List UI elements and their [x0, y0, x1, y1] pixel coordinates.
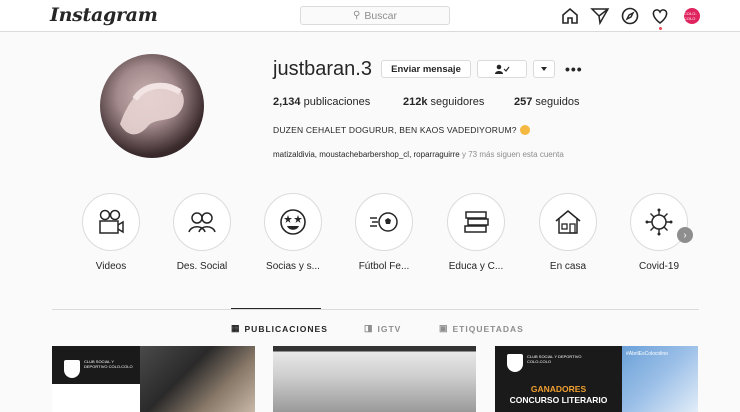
followed-by-names: matizaldivia, moustachebarbershop_cl, ro… — [273, 150, 460, 159]
post-hashtag: #AbrilEsColocolino — [626, 351, 668, 357]
profile-picture[interactable] — [100, 54, 204, 158]
suggestions-dropdown-button[interactable] — [533, 60, 555, 78]
highlight-educa[interactable]: Educa y C... — [446, 193, 506, 272]
top-navigation-bar: Instagram ⚲ Buscar COLO-COLO — [0, 0, 740, 32]
highlight-en-casa[interactable]: En casa — [538, 193, 598, 272]
chevron-down-icon — [541, 67, 547, 71]
virus-icon — [645, 208, 673, 236]
post-photo: #AbrilEsColocolino — [622, 346, 698, 412]
more-options-button[interactable]: ••• — [565, 61, 583, 77]
post-text: CLUB SOCIAL Y DEPORTIVO COLO-COLO — [527, 354, 582, 364]
following-stat[interactable]: 257 seguidos — [514, 96, 579, 108]
soccer-ball-icon — [370, 212, 398, 232]
books-icon — [464, 211, 489, 233]
post-photo — [140, 346, 255, 412]
highlight-socias[interactable]: Socias y s... — [263, 193, 323, 272]
post-text: CLUB SOCIAL Y DEPORTIVO COLO-COLO — [84, 359, 133, 369]
search-placeholder: Buscar — [364, 9, 397, 22]
activity-heart-icon[interactable] — [650, 6, 670, 26]
tab-label: PUBLICACIONES — [244, 323, 328, 334]
highlight-label: En casa — [549, 261, 587, 272]
highlight-label: Educa y C... — [448, 261, 504, 272]
notification-dot — [659, 27, 662, 30]
post-title: GANADORES — [530, 384, 587, 394]
following-button[interactable] — [477, 60, 527, 78]
highlight-label: Des. Social — [176, 261, 228, 272]
tabs-divider — [52, 309, 699, 310]
explore-icon[interactable] — [620, 6, 640, 26]
zany-face-emoji — [519, 125, 530, 135]
posts-stat: 2,134 publicaciones — [273, 96, 371, 108]
direct-icon[interactable] — [590, 6, 610, 26]
post-subtitle: CONCURSO LITERARIO — [509, 395, 608, 405]
highlight-des-social[interactable]: Des. Social — [172, 193, 232, 272]
profile-username: justbaran.3 — [273, 58, 372, 80]
star-eyes-emoji-icon — [280, 209, 306, 235]
person-check-icon — [495, 64, 510, 74]
tab-publicaciones[interactable]: ▦ PUBLICACIONES — [231, 323, 328, 334]
highlight-label: Videos — [95, 261, 127, 272]
highlight-label: Fútbol Fe... — [358, 261, 410, 272]
search-icon: ⚲ — [352, 10, 361, 21]
grid-icon: ▦ — [231, 323, 241, 333]
post-thumbnail[interactable]: CLUB SOCIAL Y DEPORTIVO COLO-COLO — [52, 346, 255, 412]
followers-stat[interactable]: 212k seguidores — [403, 96, 484, 108]
highlight-label: Socias y s... — [266, 261, 320, 272]
highlight-label: Covid-19 — [638, 261, 680, 272]
search-input[interactable]: ⚲ Buscar — [300, 6, 450, 25]
highlight-futbol[interactable]: Fútbol Fe... — [354, 193, 414, 272]
tab-igtv[interactable]: ◨ IGTV — [364, 323, 401, 334]
house-icon — [555, 209, 581, 234]
tab-label: IGTV — [377, 323, 402, 334]
tv-icon: ◨ — [364, 323, 374, 333]
post-thumbnail[interactable]: CLUB SOCIAL Y DEPORTIVO COLO-COLO GANADO… — [495, 346, 698, 412]
highlights-next-button[interactable]: › — [677, 227, 693, 243]
profile-bio: DUZEN CEHALET DOGURUR, BEN KAOS VADEDIYO… — [273, 125, 530, 135]
post-thumbnail[interactable] — [273, 346, 476, 412]
send-message-button[interactable]: Enviar mensaje — [381, 60, 471, 78]
highlight-videos[interactable]: Videos — [81, 193, 141, 272]
nav-icons: COLO-COLO — [560, 6, 705, 30]
home-icon[interactable] — [560, 6, 580, 26]
followed-by[interactable]: matizaldivia, moustachebarbershop_cl, ro… — [273, 150, 564, 159]
profile-avatar-icon[interactable]: COLO-COLO — [684, 8, 700, 24]
instagram-logo[interactable]: Instagram — [50, 4, 158, 26]
film-projector-icon — [99, 209, 124, 234]
club-crest-icon — [64, 360, 80, 378]
tab-etiquetadas[interactable]: ▣ ETIQUETADAS — [439, 323, 524, 334]
bio-text: DUZEN CEHALET DOGURUR, BEN KAOS VADEDIYO… — [273, 125, 517, 135]
active-tab-indicator — [231, 308, 321, 309]
followed-by-more: y 73 más siguen esta cuenta — [462, 150, 564, 159]
tab-label: ETIQUETADAS — [452, 323, 524, 334]
club-crest-icon — [507, 354, 523, 372]
two-people-icon — [188, 212, 216, 233]
tag-person-icon: ▣ — [439, 323, 449, 333]
